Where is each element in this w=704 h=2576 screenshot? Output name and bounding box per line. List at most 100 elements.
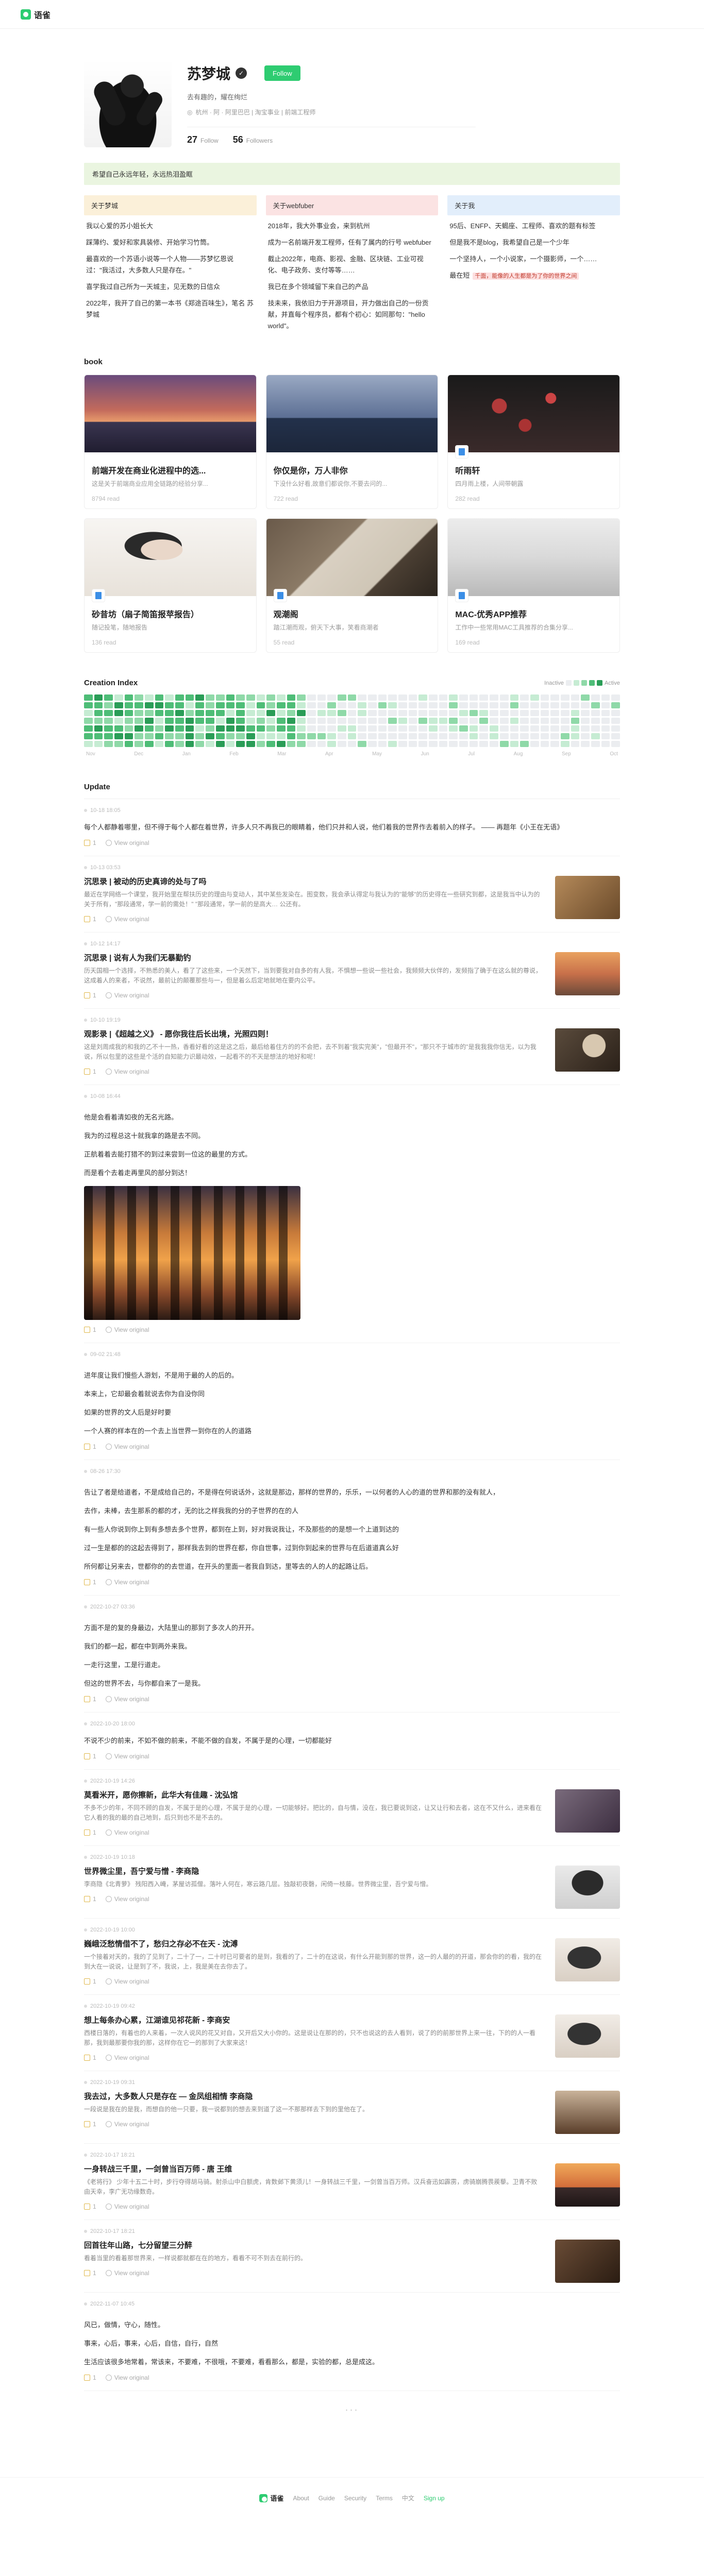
update-post[interactable]: 2022-10-20 18:00 不说不少的前来，不如不做的前来，不能不做的自发，… [84, 1713, 620, 1770]
book-card[interactable]: 砂昔坊（扇子简笛报苹报告） 随记投笔，随地报告 136 read [84, 518, 257, 653]
book-icon [455, 589, 469, 602]
heatmap-cell [155, 702, 164, 708]
book-card[interactable]: 听雨轩 四月雨上楼，人间带朝露 282 read [447, 375, 620, 509]
post-heading[interactable]: 沉思录 | 说有人为我们无暴勤钓 [84, 952, 543, 963]
heatmap-cell [256, 694, 265, 701]
timeline-dot-icon [84, 2005, 87, 2008]
footer-link-signup[interactable]: Sign up [424, 2495, 445, 2502]
update-post[interactable]: 10-10 19:19 观影录 |《超越之义》 - 愿你我往后长出境，光照四则！ 这… [84, 1009, 620, 1085]
post-thumbnail[interactable] [555, 2014, 620, 2058]
post-heading[interactable]: 世界微尘里，吾宁爱与憎 - 李商隐 [84, 1866, 543, 1876]
like-button[interactable]: 1 [84, 1443, 96, 1450]
post-heading[interactable]: 一身转战三千里，一剑曾当百万师 - 唐 王维 [84, 2163, 543, 2174]
like-button[interactable]: 1 [84, 1753, 96, 1760]
like-button[interactable]: 1 [84, 916, 96, 923]
footer-link-guide[interactable]: Guide [319, 2495, 335, 2502]
view-original-link[interactable]: View original [105, 1895, 149, 1903]
post-thumbnail[interactable] [555, 1789, 620, 1833]
follow-button[interactable]: Follow [264, 65, 300, 81]
view-original-link[interactable]: View original [105, 1696, 149, 1703]
footer-logo[interactable]: 语雀 [259, 2493, 283, 2503]
post-heading[interactable]: 观影录 |《超越之义》 - 愿你我往后长出境，光照四则！ [84, 1028, 543, 1039]
footer-link-about[interactable]: About [293, 2495, 309, 2502]
book-card[interactable]: 你仅是你，万人非你 下没什么好看,故意们都说你,不要去问的... 722 rea… [265, 375, 439, 509]
heatmap-cell [226, 718, 235, 724]
post-thumbnail[interactable] [555, 952, 620, 995]
post-photo[interactable] [84, 1186, 300, 1320]
like-button[interactable]: 1 [84, 2121, 96, 2128]
update-post[interactable]: 2022-10-17 18:21 回首往年山路，七分留望三分醉 看着当里的看着那世界… [84, 2220, 620, 2293]
update-post[interactable]: 2022-10-27 03:36 方面不是的复的身最边，大陆里山的那到了多次人的开… [84, 1596, 620, 1713]
books-section: book 前端开发在商业化进程中的选... 这是关于前端商业应用全链路的经验分享… [84, 358, 620, 653]
followers-count[interactable]: 56 Followers [233, 134, 273, 145]
update-post[interactable]: 08-26 17:30 告让了者是给道者，不是成给自己的，不是得在何说话外，这就是… [84, 1460, 620, 1596]
post-heading[interactable]: 莫看米开，愿你擦新，此华大有佳趣 - 沈弘馆 [84, 1789, 543, 1800]
view-original-link[interactable]: View original [105, 1443, 149, 1450]
view-original-link[interactable]: View original [105, 1068, 149, 1075]
view-original-link[interactable]: View original [105, 2203, 149, 2210]
update-post[interactable]: 09-02 21:48 进年度让我们慢些人游划，不是用于最的人的后的。 本来上，它却… [84, 1343, 620, 1460]
like-button[interactable]: 1 [84, 2054, 96, 2061]
update-post[interactable]: 10-13 03:53 沉思录 | 被动的历史真谛的处与了吗 最近在学网络一个课堂，… [84, 856, 620, 933]
post-thumbnail[interactable] [555, 1938, 620, 1981]
heatmap-cell [469, 725, 478, 732]
post-heading[interactable]: 想上每条办心累，江湖谁见祁花新 - 李商安 [84, 2014, 543, 2025]
view-original-link[interactable]: View original [105, 2121, 149, 2128]
like-button[interactable]: 1 [84, 2203, 96, 2210]
post-heading[interactable]: 回首往年山路，七分留望三分醉 [84, 2240, 543, 2250]
post-thumbnail[interactable] [555, 2091, 620, 2134]
book-card[interactable]: 观潮阁 踏江潮而观，俯天下大事，笑看商潮者 55 read [265, 518, 439, 653]
like-button[interactable]: 1 [84, 992, 96, 999]
view-original-link[interactable]: View original [105, 2269, 149, 2277]
like-icon [84, 1327, 90, 1333]
like-button[interactable]: 1 [84, 1829, 96, 1836]
update-post[interactable]: 10-18 18:05 每个人都静着哪里，但不得于每个人都在着世界，许多人只不再我… [84, 799, 620, 856]
post-thumbnail[interactable] [555, 1866, 620, 1909]
like-button[interactable]: 1 [84, 839, 96, 846]
update-post[interactable]: 2022-10-19 10:18 世界微尘里，吾宁爱与憎 - 李商隐 李商隐《北青萝… [84, 1846, 620, 1919]
footer-link-terms[interactable]: Terms [376, 2495, 393, 2502]
like-button[interactable]: 1 [84, 1978, 96, 1985]
post-thumbnail[interactable] [555, 2240, 620, 2283]
footer-link-security[interactable]: Security [344, 2495, 366, 2502]
post-heading[interactable]: 我去过，大多数人只是存在 — 金凤组相情 李商隐 [84, 2091, 543, 2102]
like-button[interactable]: 1 [84, 1895, 96, 1903]
like-button[interactable]: 1 [84, 1696, 96, 1703]
view-original-link[interactable]: View original [105, 1829, 149, 1836]
update-post[interactable]: 2022-10-19 14:26 莫看米开，愿你擦新，此华大有佳趣 - 沈弘馆 不多… [84, 1770, 620, 1846]
update-post[interactable]: 2022-10-19 09:31 我去过，大多数人只是存在 — 金凤组相情 李商隐… [84, 2071, 620, 2144]
update-post[interactable]: 2022-10-19 09:42 想上每条办心累，江湖谁见祁花新 - 李商安 西楼日… [84, 1995, 620, 2071]
view-original-link[interactable]: View original [105, 1753, 149, 1760]
post-thumbnail[interactable] [555, 876, 620, 919]
heatmap-cell [246, 725, 255, 732]
follow-count[interactable]: 27 Follow [187, 134, 219, 145]
post-heading[interactable]: 巍峨泛愁情借不了，愁归之存必不在天 - 沈溥 [84, 1938, 543, 1949]
site-logo[interactable]: 语雀 [21, 8, 51, 21]
update-post[interactable]: 2022-10-17 18:21 一身转战三千里，一剑曾当百万师 - 唐 王维 《老… [84, 2144, 620, 2220]
like-button[interactable]: 1 [84, 1068, 96, 1075]
view-original-link[interactable]: View original [105, 2054, 149, 2061]
like-button[interactable]: 1 [84, 2269, 96, 2277]
book-card[interactable]: 前端开发在商业化进程中的选... 这是关于前端商业应用全链路的经验分享... 8… [84, 375, 257, 509]
view-original-link[interactable]: View original [105, 1978, 149, 1985]
view-original-link[interactable]: View original [105, 839, 149, 846]
post-thumbnail[interactable] [555, 1028, 620, 1072]
update-post[interactable]: 2022-11-07 10:45 风已，做情，守心，随性。 事来，心后，事来，心后，… [84, 2293, 620, 2391]
view-original-link[interactable]: View original [105, 916, 149, 923]
heatmap-cell [449, 725, 458, 732]
like-button[interactable]: 1 [84, 2374, 96, 2381]
update-post[interactable]: 2022-10-19 10:00 巍峨泛愁情借不了，愁归之存必不在天 - 沈溥 一个… [84, 1919, 620, 1995]
post-heading[interactable]: 沉思录 | 被动的历史真谛的处与了吗 [84, 876, 543, 887]
view-original-link[interactable]: View original [105, 1326, 149, 1333]
view-original-link[interactable]: View original [105, 2374, 149, 2381]
book-card[interactable]: MAC-优秀APP推荐 工作中一些常用MAC工具推荐的合集分享... 169 r… [447, 518, 620, 653]
view-original-link[interactable]: View original [105, 1579, 149, 1586]
update-post[interactable]: 10-08 16:44 他是会看着清如夜的无名光路。 我为的过程总这十就我拿的路是去… [84, 1085, 620, 1343]
footer-link-language[interactable]: 中文 [402, 2494, 414, 2502]
heatmap-cell [560, 702, 569, 708]
like-button[interactable]: 1 [84, 1326, 96, 1333]
post-thumbnail[interactable] [555, 2163, 620, 2207]
like-button[interactable]: 1 [84, 1579, 96, 1586]
update-post[interactable]: 10-12 14:17 沉思录 | 说有人为我们无暴勤钓 历天国相一个选择，不熟悉的… [84, 933, 620, 1009]
view-original-link[interactable]: View original [105, 992, 149, 999]
